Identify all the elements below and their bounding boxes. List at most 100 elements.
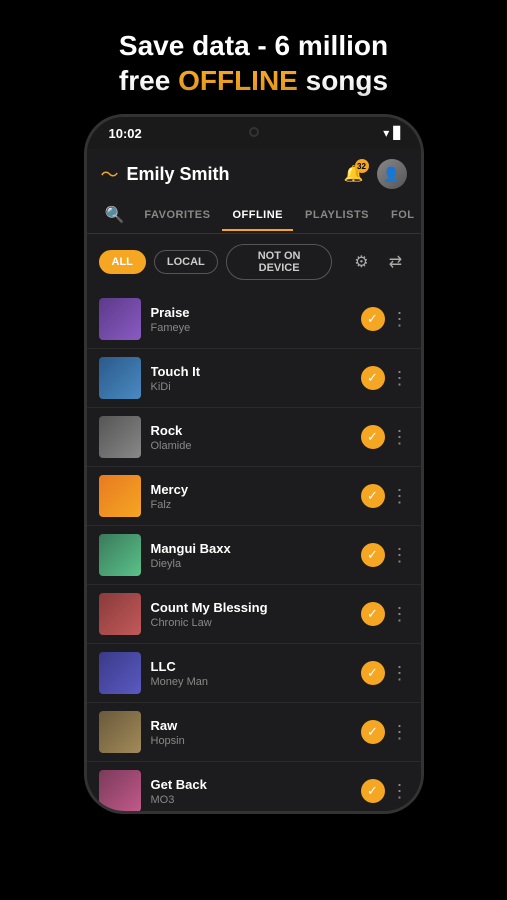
song-title: Praise xyxy=(151,305,351,320)
song-item: Get Back MO3 ✓ ⋮ xyxy=(87,762,421,814)
song-info: Raw Hopsin xyxy=(151,718,351,747)
tab-following[interactable]: FOL xyxy=(381,201,420,229)
song-artist: MO3 xyxy=(151,794,351,806)
hero-line2: free OFFLINE songs xyxy=(40,63,467,98)
hero-line1: Save data - 6 million xyxy=(40,28,467,63)
more-options-icon[interactable]: ⋮ xyxy=(391,427,409,448)
song-item: Raw Hopsin ✓ ⋮ xyxy=(87,703,421,762)
song-list: Praise Fameye ✓ ⋮ Touch It KiDi ✓ ⋮ xyxy=(87,290,421,814)
song-artist: Money Man xyxy=(151,676,351,688)
song-actions: ✓ ⋮ xyxy=(361,425,409,449)
avatar-initial: 👤 xyxy=(383,166,400,183)
more-options-icon[interactable]: ⋮ xyxy=(391,368,409,389)
song-item: Mercy Falz ✓ ⋮ xyxy=(87,467,421,526)
song-artist: Chronic Law xyxy=(151,617,351,629)
filter-bar: ALL LOCAL NOT ON DEVICE ⚙ ⇄ xyxy=(87,234,421,290)
song-artist: Fameye xyxy=(151,322,351,334)
song-info: Rock Olamide xyxy=(151,423,351,452)
song-item: Count My Blessing Chronic Law ✓ ⋮ xyxy=(87,585,421,644)
downloaded-icon: ✓ xyxy=(361,366,385,390)
song-title: LLC xyxy=(151,659,351,674)
battery-icon: ▊ xyxy=(393,126,402,140)
song-actions: ✓ ⋮ xyxy=(361,779,409,803)
downloaded-icon: ✓ xyxy=(361,602,385,626)
song-title: Rock xyxy=(151,423,351,438)
app-content: 〜 Emily Smith 🔔 32 👤 🔍 FAVORITES OFFLINE… xyxy=(87,149,421,814)
song-thumbnail xyxy=(99,711,141,753)
profile-header: 〜 Emily Smith 🔔 32 👤 xyxy=(87,149,421,197)
downloaded-icon: ✓ xyxy=(361,307,385,331)
song-actions: ✓ ⋮ xyxy=(361,602,409,626)
song-title: Get Back xyxy=(151,777,351,792)
song-artist: KiDi xyxy=(151,381,351,393)
shuffle-icon[interactable]: ⇄ xyxy=(382,248,408,276)
status-time: 10:02 xyxy=(109,126,142,141)
phone-shell: 10:02 ▾ ▊ 〜 Emily Smith 🔔 32 👤 🔍 F xyxy=(84,114,424,814)
tab-offline[interactable]: OFFLINE xyxy=(222,201,293,231)
song-thumbnail xyxy=(99,357,141,399)
song-artist: Falz xyxy=(151,499,351,511)
song-title: Touch It xyxy=(151,364,351,379)
song-actions: ✓ ⋮ xyxy=(361,543,409,567)
song-info: LLC Money Man xyxy=(151,659,351,688)
more-options-icon[interactable]: ⋮ xyxy=(391,309,409,330)
downloaded-icon: ✓ xyxy=(361,779,385,803)
song-actions: ✓ ⋮ xyxy=(361,484,409,508)
tab-favorites[interactable]: FAVORITES xyxy=(134,201,220,229)
song-title: Raw xyxy=(151,718,351,733)
song-thumbnail xyxy=(99,534,141,576)
song-item: Rock Olamide ✓ ⋮ xyxy=(87,408,421,467)
song-title: Count My Blessing xyxy=(151,600,351,615)
status-icons: ▾ ▊ xyxy=(383,126,402,140)
song-info: Get Back MO3 xyxy=(151,777,351,806)
more-options-icon[interactable]: ⋮ xyxy=(391,722,409,743)
more-options-icon[interactable]: ⋮ xyxy=(391,486,409,507)
avatar[interactable]: 👤 xyxy=(377,159,407,189)
more-options-icon[interactable]: ⋮ xyxy=(391,545,409,566)
song-thumbnail xyxy=(99,593,141,635)
downloaded-icon: ✓ xyxy=(361,661,385,685)
app-logo-icon: 〜 xyxy=(101,161,119,187)
song-info: Count My Blessing Chronic Law xyxy=(151,600,351,629)
header-right: 🔔 32 👤 xyxy=(339,159,407,189)
downloaded-icon: ✓ xyxy=(361,484,385,508)
profile-name: Emily Smith xyxy=(127,164,339,185)
filter-local-button[interactable]: LOCAL xyxy=(154,250,218,274)
song-title: Mangui Baxx xyxy=(151,541,351,556)
tab-playlists[interactable]: PLAYLISTS xyxy=(295,201,379,229)
tabs-bar: 🔍 FAVORITES OFFLINE PLAYLISTS FOL xyxy=(87,197,421,234)
song-item: Praise Fameye ✓ ⋮ xyxy=(87,290,421,349)
song-actions: ✓ ⋮ xyxy=(361,366,409,390)
more-options-icon[interactable]: ⋮ xyxy=(391,781,409,802)
song-actions: ✓ ⋮ xyxy=(361,720,409,744)
downloaded-icon: ✓ xyxy=(361,543,385,567)
song-info: Mangui Baxx Dieyla xyxy=(151,541,351,570)
song-item: Mangui Baxx Dieyla ✓ ⋮ xyxy=(87,526,421,585)
song-thumbnail xyxy=(99,770,141,812)
song-thumbnail xyxy=(99,298,141,340)
hero-section: Save data - 6 million free OFFLINE songs xyxy=(0,0,507,114)
song-thumbnail xyxy=(99,652,141,694)
filter-not-on-device-button[interactable]: NOT ON DEVICE xyxy=(226,244,333,280)
hero-free: free xyxy=(119,65,178,96)
song-actions: ✓ ⋮ xyxy=(361,661,409,685)
song-artist: Olamide xyxy=(151,440,351,452)
settings-icon[interactable]: ⚙ xyxy=(348,248,374,276)
song-artist: Hopsin xyxy=(151,735,351,747)
song-thumbnail xyxy=(99,475,141,517)
filter-all-button[interactable]: ALL xyxy=(99,250,146,274)
song-item: LLC Money Man ✓ ⋮ xyxy=(87,644,421,703)
wifi-icon: ▾ xyxy=(383,126,389,140)
notif-badge: 32 xyxy=(355,159,369,173)
tab-search[interactable]: 🔍 xyxy=(97,197,133,233)
more-options-icon[interactable]: ⋮ xyxy=(391,663,409,684)
hero-offline: OFFLINE xyxy=(178,65,298,96)
more-options-icon[interactable]: ⋮ xyxy=(391,604,409,625)
song-artist: Dieyla xyxy=(151,558,351,570)
camera-dot xyxy=(249,127,259,137)
hero-songs: songs xyxy=(298,65,388,96)
notifications-button[interactable]: 🔔 32 xyxy=(339,159,369,189)
song-title: Mercy xyxy=(151,482,351,497)
downloaded-icon: ✓ xyxy=(361,720,385,744)
song-actions: ✓ ⋮ xyxy=(361,307,409,331)
